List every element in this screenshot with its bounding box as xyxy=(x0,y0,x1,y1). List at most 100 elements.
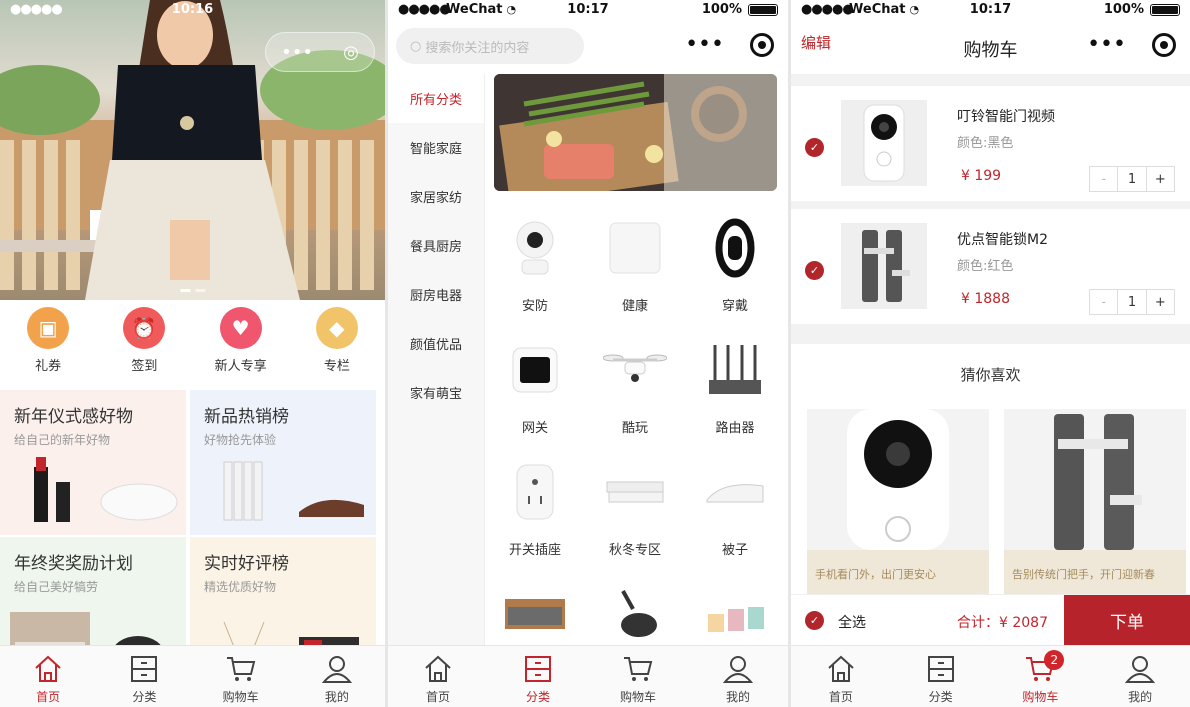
quantity-value[interactable]: 1 xyxy=(1117,167,1145,191)
tab-mine[interactable]: 我的 xyxy=(289,646,385,707)
battery-status: 100% xyxy=(1104,2,1180,17)
grid-item-cool[interactable]: 酷玩 xyxy=(585,327,685,449)
quick-entry-newuser[interactable]: ♥ 新人专享 xyxy=(193,305,289,383)
increase-button[interactable]: + xyxy=(1145,167,1174,191)
select-all-checkbox[interactable]: ✓ xyxy=(805,611,824,630)
quick-entry-label: 签到 xyxy=(131,359,158,374)
cart-item[interactable]: ✓ 叮铃智能门视频 颜色:黑色 ¥ 199 - 1 + xyxy=(791,86,1190,201)
sidebar-item-kitchen-appliance[interactable]: 厨房电器 xyxy=(388,270,484,319)
doorbell-product-image xyxy=(847,409,949,550)
sidebar-item-baby[interactable]: 家有萌宝 xyxy=(388,368,484,417)
sidebar-item-home-textile[interactable]: 家居家纺 xyxy=(388,172,484,221)
wifi-icon: ◔ xyxy=(909,3,920,16)
carrier: WeChat ◔ xyxy=(446,2,516,17)
tab-mine[interactable]: 我的 xyxy=(688,646,788,707)
sidebar-item-all[interactable]: 所有分类 xyxy=(388,74,484,123)
decrease-button[interactable]: - xyxy=(1090,167,1117,191)
quick-entry-label: 礼券 xyxy=(35,359,62,374)
diamond-icon: ◆ xyxy=(315,307,358,349)
tab-label: 首页 xyxy=(36,690,61,704)
increase-button[interactable]: + xyxy=(1145,290,1174,314)
close-mini-program-icon[interactable]: ◎ xyxy=(343,42,359,63)
item-thumbnail[interactable] xyxy=(841,223,927,309)
band-icon xyxy=(700,213,770,283)
tab-mine[interactable]: 我的 xyxy=(1090,646,1190,707)
recommend-card[interactable]: 告别传统门把手，开门迎新春 xyxy=(1004,409,1186,594)
promo-card-new-hot[interactable]: 新品热销榜 好物抢先体验 xyxy=(190,390,376,535)
tab-category[interactable]: 分类 xyxy=(488,646,588,707)
select-all-label[interactable]: 全选 xyxy=(838,612,866,632)
battery-icon xyxy=(1150,3,1180,16)
carousel-indicator xyxy=(180,289,205,292)
top-bar: ○ 搜索你关注的内容 ••• xyxy=(388,22,788,74)
tab-category[interactable]: 分类 xyxy=(891,646,991,707)
search-input[interactable]: ○ 搜索你关注的内容 xyxy=(396,28,584,64)
user-icon xyxy=(722,656,754,683)
carrier: WeChat ◔ xyxy=(849,2,919,17)
grid-item-gateway[interactable]: 网关 xyxy=(485,327,585,449)
sidebar-item-premium[interactable]: 颜值优品 xyxy=(388,319,484,368)
quick-entry-checkin[interactable]: ⏰ 签到 xyxy=(96,305,192,383)
grid-item-quilt[interactable]: 被子 xyxy=(685,449,785,571)
tab-home[interactable]: 首页 xyxy=(388,646,488,707)
quantity-value[interactable]: 1 xyxy=(1117,290,1145,314)
close-mini-program-icon[interactable] xyxy=(750,32,774,57)
grid-item-wearable[interactable]: 穿戴 xyxy=(685,205,785,327)
more-icon[interactable]: ••• xyxy=(281,42,313,63)
search-icon: ○ xyxy=(410,38,422,54)
grid-item-router[interactable]: 路由器 xyxy=(685,327,785,449)
tab-category[interactable]: 分类 xyxy=(96,646,192,707)
sidebar-item-tableware[interactable]: 餐具厨房 xyxy=(388,221,484,270)
grid-item-health[interactable]: 健康 xyxy=(585,205,685,327)
quick-entry-column[interactable]: ◆ 专栏 xyxy=(289,305,385,383)
status-time: 10:17 xyxy=(567,2,609,17)
recommendations: 猜你喜欢 手机看门外，出门更安心 告别传统门把手，开门迎新春 xyxy=(791,344,1190,594)
lipstick-toilet-seat-image xyxy=(34,457,178,522)
cart-count-badge: 2 xyxy=(1044,650,1065,670)
promo-title: 新年仪式感好物 xyxy=(14,407,133,427)
battery-label: 100% xyxy=(701,2,742,17)
more-icon[interactable]: ••• xyxy=(1087,32,1126,57)
sidebar-item-smart-home[interactable]: 智能家庭 xyxy=(388,123,484,172)
tab-home[interactable]: 首页 xyxy=(791,646,891,707)
scale-icon xyxy=(600,213,670,283)
tab-cart[interactable]: 2 购物车 xyxy=(991,646,1091,707)
home-icon xyxy=(828,655,854,682)
item-checkbox[interactable]: ✓ xyxy=(805,138,824,157)
recommend-card[interactable]: 手机看门外，出门更安心 xyxy=(807,409,989,594)
tab-label: 分类 xyxy=(525,690,550,704)
grid-item-winter[interactable]: 秋冬专区 xyxy=(585,449,685,571)
tab-cart[interactable]: 购物车 xyxy=(193,646,289,707)
tab-label: 我的 xyxy=(324,690,349,704)
drone-icon xyxy=(600,335,670,405)
item-thumbnail[interactable] xyxy=(841,100,927,186)
hero-banner[interactable]: ••• ◎ xyxy=(0,0,385,300)
grid-item-label: 网关 xyxy=(521,421,548,436)
menu-capsule[interactable]: ••• ◎ xyxy=(265,32,375,72)
tab-label: 购物车 xyxy=(619,690,656,704)
grid-item-security[interactable]: 安防 xyxy=(485,205,585,327)
battery-label: 100% xyxy=(1103,2,1144,17)
cart-item[interactable]: ✓ 优点智能锁M2 颜色:红色 ¥ 1888 - 1 + xyxy=(791,209,1190,324)
tab-home[interactable]: 首页 xyxy=(0,646,96,707)
close-mini-program-icon[interactable] xyxy=(1152,32,1176,57)
item-checkbox[interactable]: ✓ xyxy=(805,261,824,280)
place-order-button[interactable]: 下单 xyxy=(1064,595,1190,646)
quick-entry-coupon[interactable]: ▣ 礼券 xyxy=(0,305,96,383)
recommend-caption: 告别传统门把手，开门迎新春 xyxy=(1004,550,1186,594)
grid-item-label: 秋冬专区 xyxy=(608,543,661,558)
pan-icon xyxy=(600,579,670,649)
doorbell-image xyxy=(863,104,905,182)
cart-screen: ●●●●● WeChat ◔ 10:17 100% 编辑 购物车 ••• ✓ 叮铃… xyxy=(791,0,1190,707)
promo-card-newyear[interactable]: 新年仪式感好物 给自己的新年好物 xyxy=(0,390,186,535)
total-price: 合计：¥ 2087 xyxy=(957,615,1048,631)
more-icon[interactable]: ••• xyxy=(685,32,724,57)
home-icon xyxy=(425,655,451,682)
section-title: 猜你喜欢 xyxy=(960,366,1021,384)
security-camera-icon xyxy=(500,213,570,283)
grid-item-switch-socket[interactable]: 开关插座 xyxy=(485,449,585,571)
tab-cart[interactable]: 购物车 xyxy=(588,646,688,707)
decrease-button[interactable]: - xyxy=(1090,290,1117,314)
home-icon xyxy=(35,655,61,682)
category-banner[interactable] xyxy=(494,74,777,191)
